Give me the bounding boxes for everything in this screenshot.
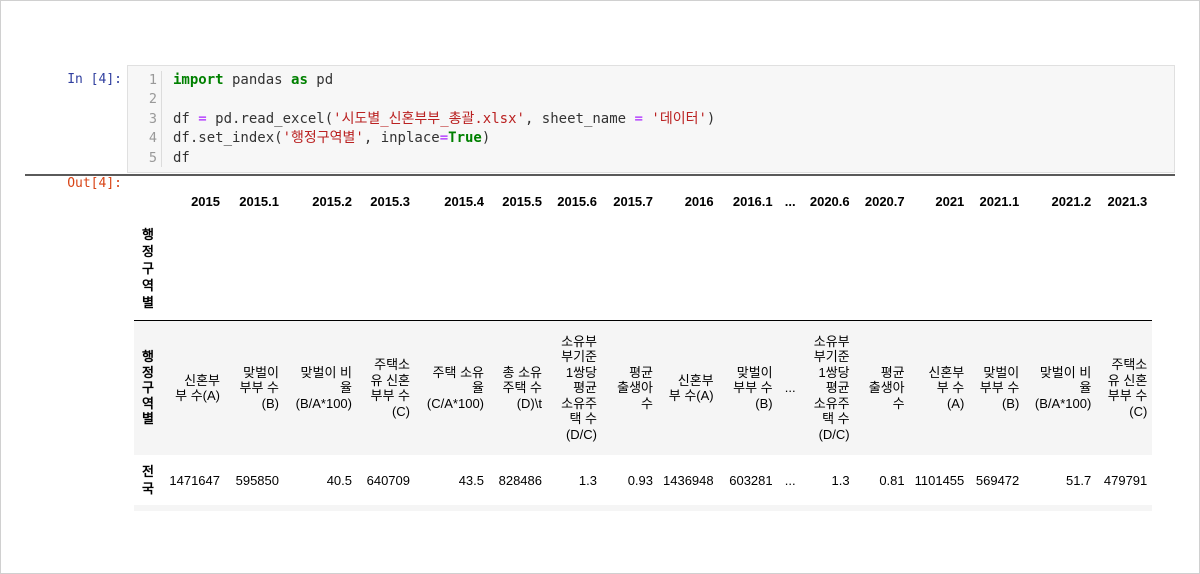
table-cell: 43.5 bbox=[458, 472, 484, 488]
table-cell-ellipsis: ... bbox=[784, 472, 796, 488]
column-ellipsis: ... bbox=[784, 193, 796, 209]
line-number: 4 bbox=[148, 130, 157, 147]
column-year: 2021.2 bbox=[1051, 193, 1092, 209]
line-number: 2 bbox=[148, 91, 157, 108]
table-cell: 595850 bbox=[235, 472, 279, 488]
column-year: 2015.5 bbox=[502, 193, 542, 209]
table-cell: 1101455 bbox=[914, 472, 965, 488]
line-numbers: 1 2 3 4 5 bbox=[128, 71, 162, 167]
code-line-1: import pandas as pd bbox=[173, 72, 334, 88]
table-cell: 신혼부 부 수(A) bbox=[668, 372, 714, 404]
table-cell: 맞벌이 부부 수 (B) bbox=[979, 364, 1020, 411]
output-prompt: Out[4]: bbox=[67, 176, 122, 191]
table-cell: 평균 출생아 수 bbox=[868, 364, 905, 411]
line-number: 1 bbox=[148, 72, 157, 88]
table-cell: 1.3 bbox=[578, 472, 597, 488]
table-cell: 0.81 bbox=[879, 472, 905, 488]
column-year: 2015.4 bbox=[444, 193, 484, 209]
column-year: 2016 bbox=[684, 193, 714, 209]
index-name: 행 정 구 역 별 bbox=[142, 227, 154, 310]
table-cell: 1471647 bbox=[169, 472, 220, 488]
input-prompt: In [4]: bbox=[67, 72, 122, 87]
code-editor[interactable]: import pandas as pd df = pd.read_excel('… bbox=[173, 71, 715, 168]
column-year: 2015.2 bbox=[312, 193, 352, 209]
line-number: 5 bbox=[148, 149, 157, 166]
table-cell: 신혼부 부 수(A) bbox=[175, 372, 220, 404]
column-year-row: 2015 2015.1 2015.2 2015.3 2015.4 2015.5 … bbox=[134, 185, 1152, 217]
row-index-label: 행 정 구 역 별 bbox=[142, 349, 154, 427]
table-cell: 603281 bbox=[729, 472, 773, 488]
table-cell-ellipsis: ... bbox=[784, 380, 796, 396]
column-year: 2015.1 bbox=[239, 193, 279, 209]
table-cell: 맞벌이 부부 수 (B) bbox=[239, 364, 280, 411]
code-cell[interactable]: 1 2 3 4 5 import pandas as pd df = pd.re… bbox=[127, 65, 1175, 173]
column-year: 2016.1 bbox=[732, 193, 773, 209]
table-cell: 51.7 bbox=[1065, 472, 1092, 488]
column-year: 2021.3 bbox=[1107, 193, 1148, 209]
table-cell: 640709 bbox=[366, 472, 410, 488]
table-cell: 총 소유 주택 수 (D)\t bbox=[502, 364, 543, 411]
column-year: 2021.1 bbox=[979, 193, 1020, 209]
table-bottom-strip bbox=[134, 505, 1153, 511]
column-year: 2015.6 bbox=[557, 193, 597, 209]
table-cell: 1436948 bbox=[663, 472, 714, 488]
table-cell: 828486 bbox=[498, 472, 542, 488]
column-year: 2021 bbox=[935, 193, 965, 209]
column-year: 2020.7 bbox=[864, 193, 905, 209]
table-cell: 주택소 유 신혼 부부 수 (C) bbox=[1107, 357, 1148, 419]
table-cell: 신혼부 부 수 (A) bbox=[928, 364, 965, 411]
row-index-label: 전 국 bbox=[142, 464, 154, 496]
column-year: 2020.6 bbox=[809, 193, 850, 209]
table-cell: 주택 소유 율 (C/A*100) bbox=[426, 364, 484, 411]
table-cell: 소유부 부기준 1쌍당 평균 소유주 택 수 (D/C) bbox=[561, 333, 597, 442]
table-cell: 1.3 bbox=[831, 472, 850, 488]
corner-cell bbox=[134, 185, 159, 217]
column-year: 2015.7 bbox=[613, 193, 653, 209]
index-name-row: 행 정 구 역 별 bbox=[134, 217, 1152, 321]
table-cell: 소유부 부기준 1쌍당 평균 소유주 택 수 (D/C) bbox=[813, 333, 850, 442]
column-year: 2015 bbox=[191, 193, 220, 209]
table-row: 전 국 1471647 595850 40.5 640709 43.5 8284… bbox=[134, 455, 1152, 505]
code-line-4: df.set_index('행정구역별', inplace=True) bbox=[173, 130, 491, 147]
table-cell: 479791 bbox=[1103, 472, 1148, 488]
code-line-5: df bbox=[173, 149, 190, 166]
cell-divider bbox=[25, 174, 1175, 176]
column-year: 2015.3 bbox=[370, 193, 410, 209]
table-cell: 평균 출생아 수 bbox=[617, 364, 653, 411]
dataframe-table: 2015 2015.1 2015.2 2015.3 2015.4 2015.5 … bbox=[134, 185, 1153, 511]
table-cell: 맞벌이 비 율 (B/A*100) bbox=[1034, 364, 1092, 411]
table-cell: 569472 bbox=[975, 472, 1020, 488]
table-cell: 0.93 bbox=[627, 472, 653, 488]
table-cell: 맞벌이 비 율 (B/A*100) bbox=[295, 364, 352, 411]
code-line-3: df = pd.read_excel('시도별_신혼부부_총괄.xlsx', s… bbox=[173, 110, 716, 127]
table-cell: 주택소 유 신혼 부부 수 (C) bbox=[370, 357, 411, 419]
table-cell: 맞벌이 부부 수 (B) bbox=[733, 364, 773, 411]
table-cell: 40.5 bbox=[326, 472, 352, 488]
table-row: 행 정 구 역 별 신혼부 부 수(A) 맞벌이 부부 수 (B) 맞벌이 비 … bbox=[134, 320, 1153, 455]
line-number: 3 bbox=[148, 110, 157, 127]
